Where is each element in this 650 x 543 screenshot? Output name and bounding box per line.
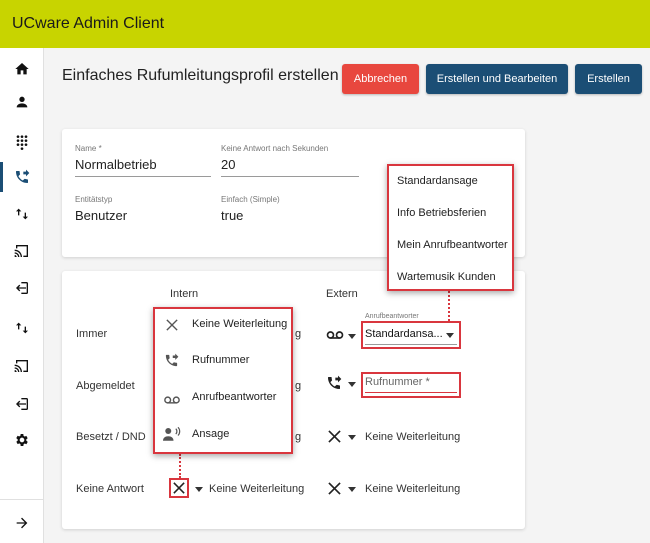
forwarding-card: Intern Extern Immer g Anrufbeantworter S… (62, 271, 525, 529)
close-icon[interactable] (328, 482, 341, 495)
entity-type-label: Entitätstyp (75, 195, 113, 204)
voicemail-icon[interactable] (326, 328, 344, 342)
voicemail-icon (164, 396, 180, 404)
forwarding-type-menu: Keine Weiterleitung Rufnummer Anrufbeant… (153, 307, 293, 454)
close-icon[interactable] (328, 430, 341, 443)
extern-keine-antwort-value[interactable]: Keine Weiterleitung (365, 483, 460, 495)
extern-abgemeldet-highlight (361, 372, 461, 398)
sidebar-expand-button[interactable] (0, 506, 44, 540)
sidebar-item-cast[interactable] (0, 234, 44, 268)
timeout-field-underline (221, 176, 359, 177)
cancel-button[interactable]: Abbrechen (342, 64, 419, 94)
chevron-down-icon[interactable] (195, 487, 203, 492)
page-title: Einfaches Rufumleitungsprofil erstellen (62, 67, 339, 84)
login-icon (16, 282, 28, 294)
phone-forwarded-icon (165, 353, 179, 367)
entity-type-value: Benutzer (75, 208, 128, 223)
sidebar-item-swap-2[interactable] (0, 311, 44, 345)
row-label-keine-antwort: Keine Antwort (76, 483, 144, 495)
extern-column-header: Extern (326, 288, 358, 300)
swap-vert-icon (16, 322, 28, 334)
connector-line (448, 291, 450, 321)
home-icon (15, 63, 29, 75)
intern-keine-antwort-value[interactable]: Keine Weiterleitung (209, 483, 304, 495)
sidebar-item-login[interactable] (0, 271, 44, 305)
extern-immer-highlight (361, 321, 461, 349)
announcement-option[interactable]: Info Betriebsferien (397, 207, 486, 219)
sidebar-item-forwarding[interactable] (0, 160, 44, 194)
name-label: Name * (75, 144, 102, 153)
sidebar-separator (0, 499, 44, 500)
timeout-label: Keine Antwort nach Sekunden (221, 144, 329, 153)
menu-item-label: Rufnummer (192, 354, 250, 366)
row-label-abgemeldet: Abgemeldet (76, 380, 135, 392)
person-icon (16, 96, 28, 108)
create-and-edit-button[interactable]: Erstellen und Bearbeiten (426, 64, 568, 94)
sidebar-item-dialpad[interactable] (0, 125, 44, 159)
arrow-right-icon (16, 517, 28, 529)
row-label-immer: Immer (76, 328, 108, 340)
cast-icon (14, 360, 28, 372)
login-icon (16, 398, 28, 410)
chevron-down-icon[interactable] (348, 487, 356, 492)
chevron-down-icon[interactable] (348, 435, 356, 440)
phone-forwarded-icon[interactable] (326, 375, 342, 391)
announcement-option[interactable]: Standardansage (397, 175, 478, 187)
sidebar-item-users[interactable] (0, 85, 44, 119)
swap-vert-icon (16, 208, 28, 220)
timeout-field[interactable]: 20 (221, 157, 235, 172)
create-button[interactable]: Erstellen (575, 64, 642, 94)
dialpad-icon (16, 135, 28, 150)
announcement-option[interactable]: Wartemusik Kunden (397, 271, 496, 283)
simple-label: Einfach (Simple) (221, 195, 280, 204)
intern-immer-value: g (295, 328, 302, 340)
simple-value: true (221, 208, 244, 223)
announcement-icon (163, 426, 181, 441)
intern-besetzt-value: g (295, 431, 302, 443)
announcement-menu: Standardansage Info Betriebsferien Mein … (387, 164, 514, 291)
menu-item-label: Anrufbeantworter (192, 391, 277, 403)
top-bar: UCware Admin Client (0, 0, 650, 48)
connector-line (179, 454, 181, 478)
gear-icon (16, 434, 28, 446)
sidebar-item-home[interactable] (0, 52, 44, 86)
intern-keine-antwort-type-button[interactable] (169, 478, 189, 498)
sidebar (0, 48, 44, 543)
extern-besetzt-value[interactable]: Keine Weiterleitung (365, 431, 460, 443)
extern-immer-label: Anrufbeantworter (365, 313, 419, 320)
sidebar-item-swap[interactable] (0, 197, 44, 231)
phone-forwarded-icon (16, 169, 30, 183)
name-field-underline (75, 176, 211, 177)
announcement-option[interactable]: Mein Anrufbeantworter (397, 239, 508, 251)
cast-icon (14, 245, 28, 257)
row-label-besetzt: Besetzt / DND (76, 431, 146, 443)
menu-item-label: Keine Weiterleitung (192, 318, 288, 330)
menu-item-label: Ansage (192, 428, 230, 440)
sidebar-item-cast-2[interactable] (0, 349, 44, 383)
app-title: UCware Admin Client (12, 15, 165, 32)
intern-column-header: Intern (170, 288, 199, 300)
chevron-down-icon[interactable] (348, 382, 356, 387)
intern-abgemeldet-value: g (295, 380, 302, 392)
sidebar-item-settings[interactable] (0, 423, 44, 457)
name-field[interactable]: Normalbetrieb (75, 157, 157, 172)
chevron-down-icon[interactable] (348, 334, 356, 339)
sidebar-item-login-2[interactable] (0, 387, 44, 421)
close-icon (166, 319, 178, 331)
close-icon (173, 482, 185, 494)
